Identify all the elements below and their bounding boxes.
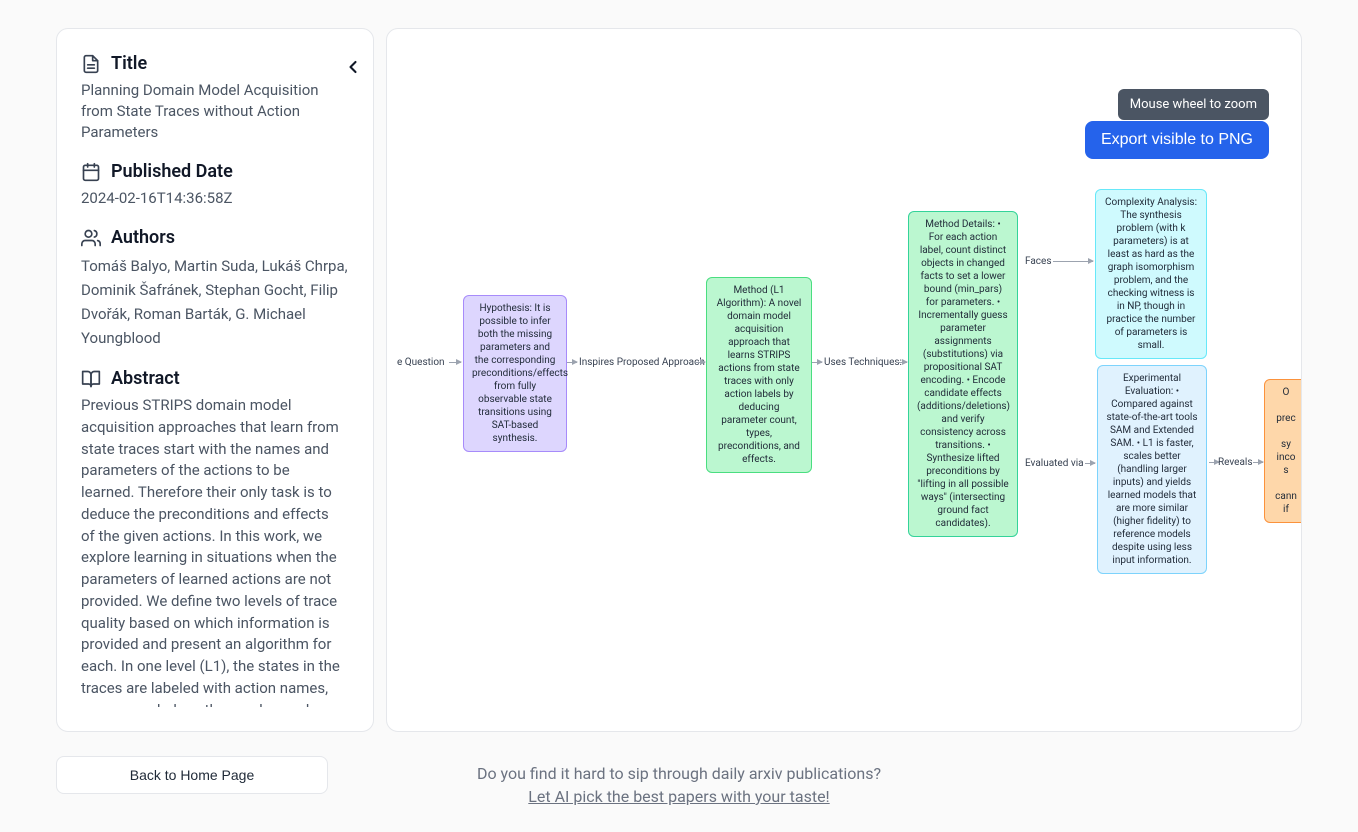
author-item: Tomáš Balyo,	[81, 257, 174, 275]
calendar-icon	[81, 162, 101, 182]
edge-uses: Uses Techniques:	[824, 357, 902, 368]
graph-canvas[interactable]: Mouse wheel to zoom Export visible to PN…	[386, 28, 1302, 732]
edge-reveals: Reveals	[1218, 457, 1253, 468]
node-method-details[interactable]: Method Details: • For each action label,…	[908, 211, 1018, 537]
collapse-sidebar-button[interactable]	[343, 57, 363, 81]
users-icon	[81, 228, 101, 248]
title-value: Planning Domain Model Acquisition from S…	[81, 80, 349, 143]
promo-question: Do you find it hard to sip through daily…	[477, 764, 881, 783]
node-hypothesis[interactable]: Hypothesis: It is possible to infer both…	[463, 295, 567, 452]
back-home-button[interactable]: Back to Home Page	[56, 756, 328, 794]
abstract-label: Abstract	[111, 368, 180, 389]
arrow	[449, 362, 461, 363]
arrow	[897, 362, 907, 363]
date-value: 2024-02-16T14:36:58Z	[81, 188, 349, 209]
node-method[interactable]: Method (L1 Algorithm): A novel domain mo…	[706, 277, 812, 473]
abstract-header: Abstract	[81, 368, 349, 389]
node-partial-orange[interactable]: O prec sy inco s cann if	[1264, 379, 1302, 523]
author-item: Stephan Gocht,	[205, 281, 310, 299]
authors-header: Authors	[81, 227, 349, 248]
date-label: Published Date	[111, 161, 233, 182]
arrow	[695, 362, 705, 363]
title-section: Title Planning Domain Model Acquisition …	[81, 53, 349, 143]
author-item: Martin Suda,	[174, 257, 262, 275]
authors-list: Tomáš Balyo, Martin Suda, Lukáš Chrpa, D…	[81, 254, 349, 350]
export-png-button[interactable]: Export visible to PNG	[1085, 121, 1269, 159]
abstract-section: Abstract Previous STRIPS domain model ac…	[81, 368, 349, 707]
edge-faces: Faces	[1025, 256, 1052, 267]
title-label: Title	[111, 53, 147, 74]
title-header: Title	[81, 53, 349, 74]
author-item: Lukáš Chrpa,	[262, 257, 348, 275]
authors-section: Authors Tomáš Balyo, Martin Suda, Lukáš …	[81, 227, 349, 350]
arrow	[1053, 261, 1093, 262]
arrow	[567, 362, 577, 363]
arrow	[1253, 462, 1263, 463]
date-header: Published Date	[81, 161, 349, 182]
node-evaluation[interactable]: Experimental Evaluation: • Compared agai…	[1097, 365, 1207, 574]
edge-eval: Evaluated via	[1025, 458, 1084, 469]
book-open-icon	[81, 369, 101, 389]
edge-inspires: Inspires Proposed Approach	[579, 357, 705, 368]
file-text-icon	[81, 54, 101, 74]
date-section: Published Date 2024-02-16T14:36:58Z	[81, 161, 349, 209]
author-item: Dominik Šafránek,	[81, 281, 205, 299]
zoom-tooltip: Mouse wheel to zoom	[1118, 89, 1269, 120]
edge-prefix: e Question	[397, 357, 445, 368]
sidebar-panel: Title Planning Domain Model Acquisition …	[56, 28, 374, 732]
author-item: Roman Barták,	[134, 305, 235, 323]
authors-label: Authors	[111, 227, 175, 248]
node-complexity[interactable]: Complexity Analysis: The synthesis probl…	[1095, 189, 1207, 359]
arrow	[812, 362, 822, 363]
arrow	[1085, 463, 1095, 464]
abstract-text[interactable]: Previous STRIPS domain model acquisition…	[81, 395, 349, 707]
chevron-left-icon	[343, 57, 363, 77]
